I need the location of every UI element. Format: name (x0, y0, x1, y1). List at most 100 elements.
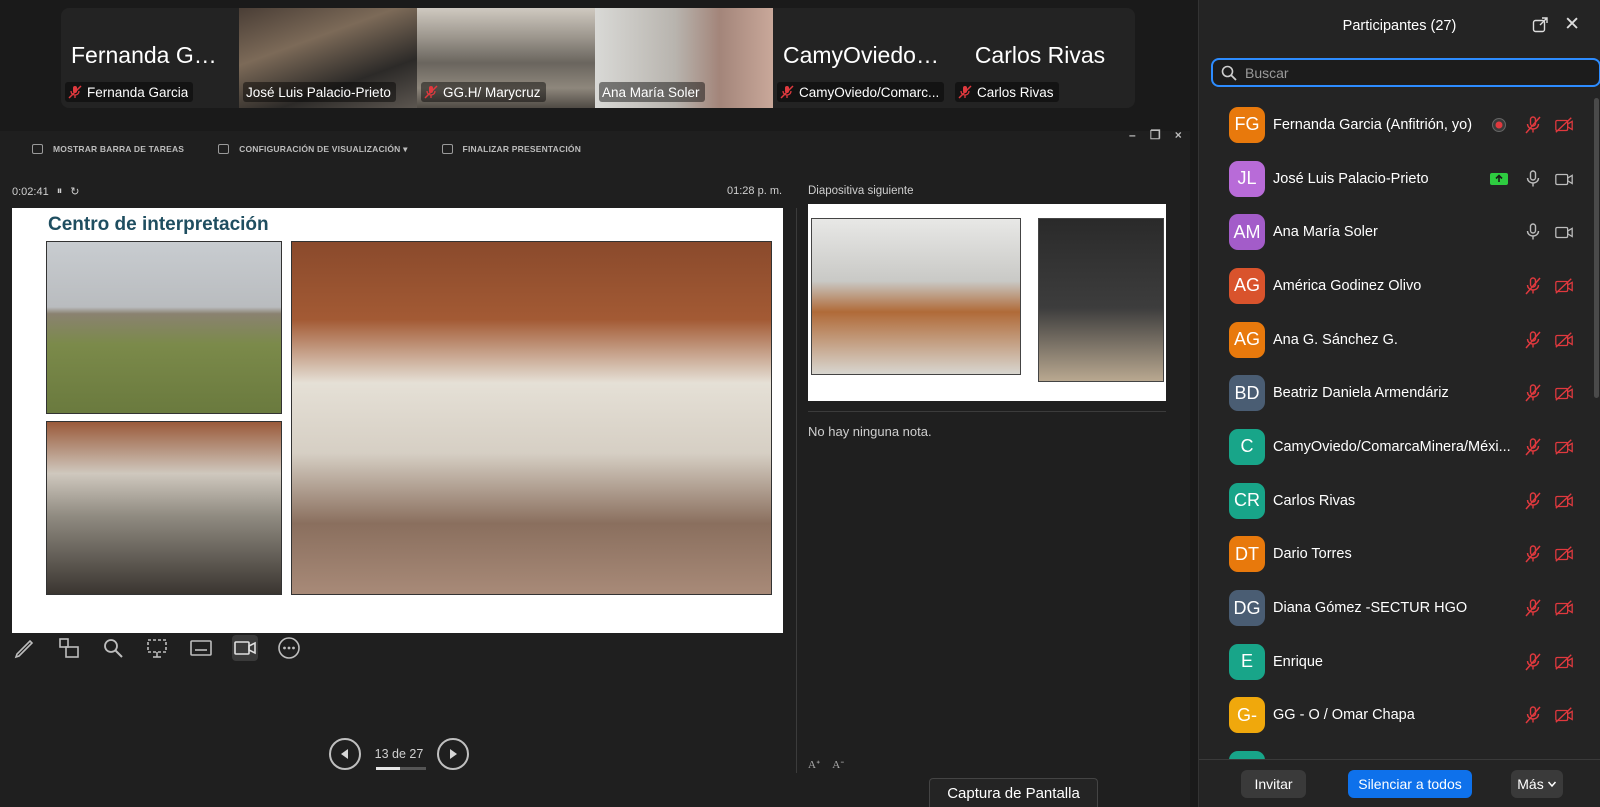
decrease-font-icon[interactable]: Aᐨ (832, 758, 844, 771)
participant-row[interactable]: AM Ana María Soler (1199, 205, 1587, 259)
end-slideshow-button[interactable]: FINALIZAR PRESENTACIÓN (441, 144, 582, 154)
microphone-icon[interactable] (1523, 169, 1543, 189)
participant-row[interactable]: GG (1199, 742, 1587, 760)
participant-row[interactable]: G- GG - O / Omar Chapa (1199, 689, 1587, 743)
participant-row[interactable]: DG Diana Gómez -SECTUR HGO (1199, 581, 1587, 635)
pen-tool-button[interactable] (12, 635, 38, 661)
camera-off-icon[interactable] (1554, 437, 1574, 457)
restore-icon[interactable]: ❐ (1150, 128, 1161, 142)
camera-off-icon[interactable] (1554, 330, 1574, 350)
avatar: AG (1229, 321, 1265, 358)
current-time: 01:28 p. m. (727, 185, 783, 197)
participants-scrollbar[interactable] (1594, 98, 1599, 398)
avatar: C (1229, 428, 1265, 465)
microphone-icon[interactable] (1523, 222, 1543, 242)
camera-off-icon[interactable] (1554, 491, 1574, 511)
slide-photo-courtyard (46, 241, 282, 414)
screen-share-icon (1489, 169, 1509, 189)
black-screen-button[interactable] (144, 635, 170, 661)
participant-name: Diana Gómez -SECTUR HGO (1273, 600, 1468, 617)
participant-row[interactable]: DT Dario Torres (1199, 528, 1587, 582)
participant-row[interactable]: AG Ana G. Sánchez G. (1199, 313, 1587, 367)
avatar: AM (1229, 214, 1265, 251)
participant-row[interactable]: CR Carlos Rivas (1199, 474, 1587, 528)
tile-display-name: Carlos Rivas (974, 42, 1106, 68)
previous-slide-button[interactable] (329, 738, 361, 770)
end-show-icon (441, 144, 453, 154)
slide-photo-hall (291, 241, 772, 595)
pen-icon (14, 639, 34, 659)
increase-font-icon[interactable]: Aᐩ (808, 758, 820, 771)
participant-row[interactable]: AG América Godinez Olivo (1199, 259, 1587, 313)
show-taskbar-button[interactable]: MOSTRAR BARRA DE TAREAS (32, 144, 184, 154)
mic-muted-icon[interactable] (1523, 330, 1543, 350)
tile-name-label: GG.H/ Marycruz (421, 82, 546, 102)
next-slide-button[interactable] (437, 738, 469, 770)
mic-muted-icon[interactable] (1523, 705, 1543, 725)
tile-display-name: CamyOviedo/... (783, 42, 942, 68)
mic-muted-icon[interactable] (1523, 652, 1543, 672)
video-tile-camyoviedo[interactable]: CamyOviedo/... CamyOviedo/Comarc... (773, 8, 951, 108)
participant-row[interactable]: BD Beatriz Daniela Armendáriz (1199, 366, 1587, 420)
camera-icon[interactable] (1554, 222, 1574, 242)
notes-divider[interactable] (808, 411, 1166, 412)
pause-icon[interactable]: ⏸ (57, 185, 63, 198)
search-input[interactable] (1245, 64, 1585, 81)
mic-muted-icon[interactable] (1523, 491, 1543, 511)
mic-muted-icon[interactable] (1523, 437, 1543, 457)
mic-muted-icon[interactable] (1523, 544, 1543, 564)
zoom-meeting-window: Fernanda Gar... Fernanda Garcia José Lui… (0, 0, 1600, 807)
participant-row[interactable]: C CamyOviedo/ComarcaMinera/Méxi... (1199, 420, 1587, 474)
participant-row[interactable]: FG Fernanda Garcia (Anfitrión, yo) (1199, 98, 1587, 152)
camera-off-icon[interactable] (1554, 652, 1574, 672)
presenter-toolbar: MOSTRAR BARRA DE TAREAS CONFIGURACIÓN DE… (0, 128, 1190, 167)
camera-off-icon[interactable] (1554, 383, 1574, 403)
subtitles-button[interactable] (188, 635, 214, 661)
avatar: FG (1229, 106, 1265, 143)
chevron-down-icon (1547, 781, 1556, 787)
mic-muted-icon[interactable] (1523, 598, 1543, 618)
invite-button[interactable]: Invitar (1241, 769, 1306, 798)
camera-off-icon[interactable] (1554, 276, 1574, 296)
pane-divider[interactable] (796, 208, 797, 773)
video-tile-jose-luis[interactable]: José Luis Palacio-Prieto (239, 8, 417, 108)
slide-title: Centro de interpretación (48, 214, 269, 235)
window-controls: – ❐ × (1129, 128, 1182, 142)
camera-off-icon[interactable] (1554, 705, 1574, 725)
participants-list: FG Fernanda Garcia (Anfitrión, yo) JL José … (1199, 98, 1587, 760)
camera-off-icon[interactable] (1554, 544, 1574, 564)
camera-off-icon[interactable] (1554, 115, 1574, 135)
camera-icon[interactable] (1554, 169, 1574, 189)
participant-name: GG - O / Omar Chapa (1273, 707, 1415, 724)
video-tile-fernanda[interactable]: Fernanda Gar... Fernanda Garcia (61, 8, 239, 108)
reset-timer-icon[interactable]: ↻ (70, 185, 79, 198)
pop-out-icon[interactable] (1532, 17, 1548, 33)
more-button[interactable]: Más (1511, 769, 1563, 798)
camera-toggle-button[interactable] (232, 635, 258, 661)
video-tile-gg-marycruz[interactable]: GG.H/ Marycruz (417, 8, 595, 108)
next-slide-photo-sign (1038, 218, 1164, 382)
mic-muted-icon[interactable] (1523, 115, 1543, 135)
close-icon[interactable]: × (1175, 128, 1182, 142)
tile-name-label: Carlos Rivas (955, 82, 1059, 102)
mute-all-button[interactable]: Silenciar a todos (1348, 769, 1472, 798)
mic-muted-icon (958, 85, 972, 99)
zoom-slide-button[interactable] (100, 635, 126, 661)
video-tile-ana-maria[interactable]: Ana María Soler (595, 8, 773, 108)
close-icon[interactable]: ✕ (1564, 15, 1580, 35)
camera-off-icon[interactable] (1554, 598, 1574, 618)
mic-muted-icon[interactable] (1523, 383, 1543, 403)
video-tile-carlos[interactable]: Carlos Rivas Carlos Rivas (951, 8, 1129, 108)
tile-display-name: Fernanda Gar... (71, 42, 233, 68)
avatar: G- (1229, 697, 1265, 734)
mic-muted-icon[interactable] (1523, 276, 1543, 296)
next-slide-label: Diapositiva siguiente (808, 185, 914, 197)
see-all-slides-button[interactable] (56, 635, 82, 661)
screen-capture-tab[interactable]: Captura de Pantalla (929, 778, 1098, 807)
more-options-button[interactable] (276, 635, 302, 661)
display-settings-button[interactable]: CONFIGURACIÓN DE VISUALIZACIÓN ▾ (218, 144, 407, 155)
participant-row[interactable]: E Enrique (1199, 635, 1587, 689)
participant-row[interactable]: JL José Luis Palacio-Prieto (1199, 152, 1587, 206)
next-slide-preview[interactable] (808, 204, 1166, 401)
minimize-icon[interactable]: – (1129, 128, 1136, 142)
